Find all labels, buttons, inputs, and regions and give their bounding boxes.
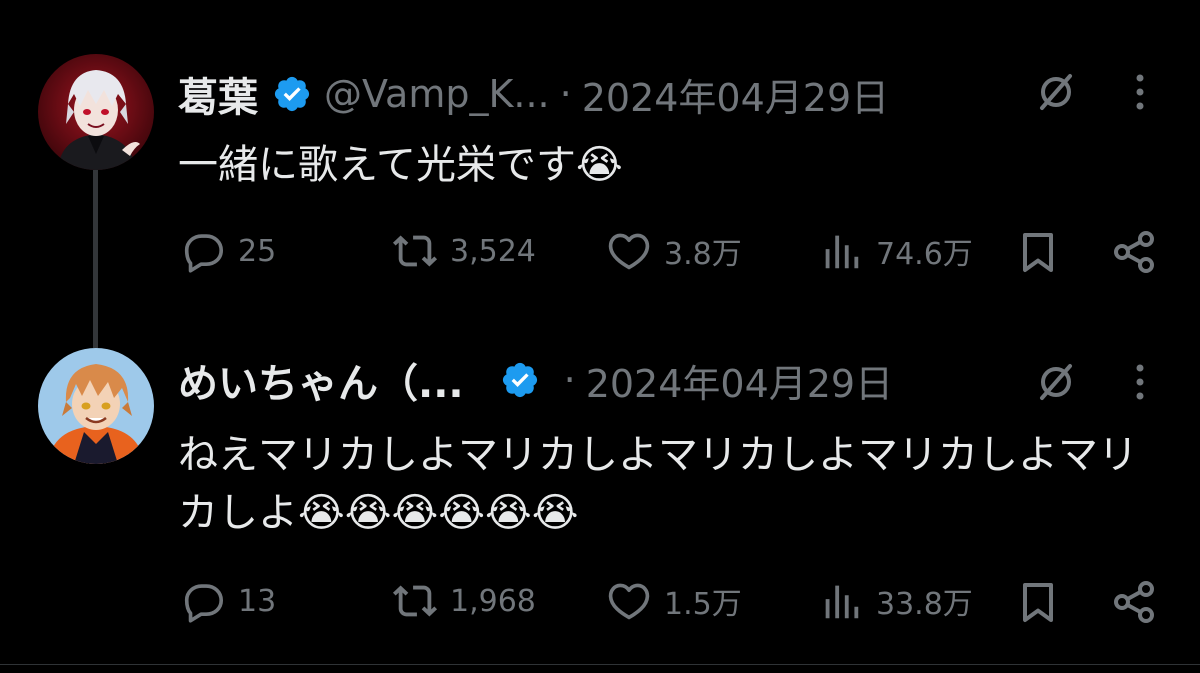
grok-icon[interactable]	[1034, 360, 1078, 404]
reply-icon	[184, 584, 224, 623]
share-icon[interactable]	[1110, 578, 1158, 626]
like-icon	[608, 583, 650, 620]
reply-count: 13	[238, 583, 277, 619]
like-button[interactable]: 3.8万	[606, 228, 742, 274]
repost-button[interactable]: 3,524	[392, 228, 536, 274]
views-icon	[825, 585, 859, 619]
timestamp[interactable]: 2024年04月29日	[586, 353, 893, 408]
views-icon	[825, 235, 859, 269]
reply-count: 25	[238, 233, 277, 269]
action-bar: 13 1,968 1.5万 33.8万	[0, 578, 1200, 638]
divider	[0, 664, 1200, 665]
tweet-1[interactable]: 葛葉 @Vamp_K... · 2024年04月29日 一緒に歌えて光栄です😭 …	[0, 0, 1200, 330]
repost-icon	[392, 235, 438, 267]
like-count: 1.5万	[664, 587, 742, 622]
tweet-text: 一緒に歌えて光栄です😭	[178, 142, 623, 188]
avatar-kuzuha-image	[38, 54, 154, 170]
reply-button[interactable]: 25	[180, 228, 276, 274]
repost-button[interactable]: 1,968	[392, 578, 536, 624]
reply-button[interactable]: 13	[180, 578, 276, 624]
separator: ·	[559, 72, 572, 116]
tweet-header: 葛葉 @Vamp_K... · 2024年04月29日	[178, 64, 1178, 124]
views-button[interactable]: 33.8万	[818, 578, 973, 624]
tweet-2[interactable]: めいちゃん（... · 2024年04月29日 ねえマリカしよマリカしよマリカし…	[0, 330, 1200, 664]
avatar-meichan-image	[38, 348, 154, 464]
verified-badge-icon	[274, 76, 310, 112]
verified-badge-icon	[502, 362, 537, 398]
bookmark-icon[interactable]	[1014, 228, 1062, 276]
view-count: 33.8万	[876, 587, 973, 622]
handle[interactable]: @Vamp_K...	[324, 72, 550, 116]
avatar[interactable]	[38, 54, 154, 170]
tweet-text: ねえマリカしよマリカしよマリカしよマリカしよマリカしよ😭😭😭😭😭😭	[178, 432, 1138, 536]
display-name[interactable]: 葛葉	[178, 65, 258, 123]
avatar[interactable]	[38, 348, 154, 464]
share-icon[interactable]	[1110, 228, 1158, 276]
views-button[interactable]: 74.6万	[818, 228, 973, 274]
repost-count: 1,968	[450, 583, 536, 619]
tweet-header: めいちゃん（... · 2024年04月29日	[178, 350, 1178, 410]
display-name[interactable]: めいちゃん（...	[178, 351, 464, 409]
timestamp[interactable]: 2024年04月29日	[582, 67, 889, 122]
more-options-icon[interactable]	[1134, 72, 1146, 112]
grok-icon[interactable]	[1034, 70, 1078, 114]
bookmark-icon[interactable]	[1014, 578, 1062, 626]
action-bar: 25 3,524 3.8万 74.6万	[0, 222, 1200, 282]
repost-icon	[392, 585, 438, 617]
separator: ·	[563, 358, 576, 402]
view-count: 74.6万	[876, 237, 973, 272]
like-count: 3.8万	[664, 237, 742, 272]
more-options-icon[interactable]	[1134, 362, 1146, 402]
repost-count: 3,524	[450, 233, 536, 269]
reply-icon	[184, 234, 224, 273]
like-icon	[608, 233, 650, 270]
like-button[interactable]: 1.5万	[606, 578, 742, 624]
